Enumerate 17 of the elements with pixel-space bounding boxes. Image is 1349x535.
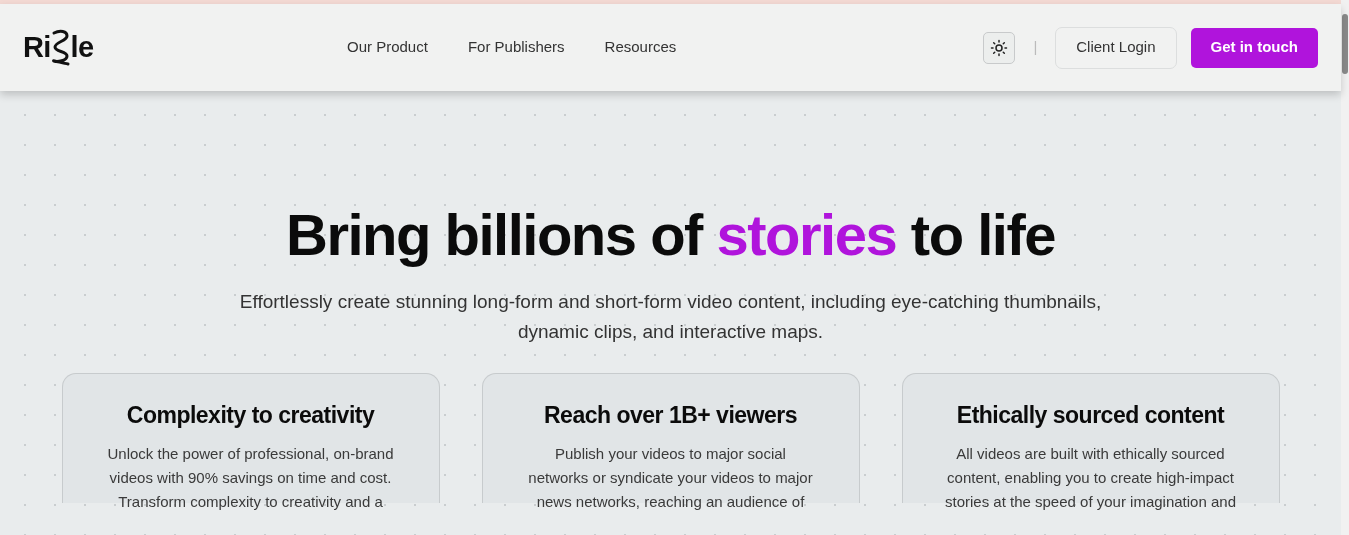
- separator: |: [1033, 37, 1038, 58]
- nav-link[interactable]: Resources: [604, 36, 677, 59]
- nav-link[interactable]: Our Product: [347, 36, 428, 59]
- card-title: Complexity to creativity: [126, 400, 375, 430]
- logo[interactable]: Ri le: [23, 25, 313, 70]
- hero-heading: Bring billions of stories to life: [286, 203, 1055, 267]
- client-login-button[interactable]: Client Login: [1055, 26, 1177, 69]
- card-text: All videos are built with ethically sourced content, enabling you to create high-impact stories at the speed of your imagination and: [945, 444, 1236, 513]
- hero-subtitle: Effortlessly create stunning long-form and short-form video content, including eye-catching thumbnails, dynamic clips, and interactive maps.: [238, 289, 1103, 344]
- get-in-touch-button[interactable]: Get in touch: [1190, 27, 1318, 68]
- card-title: Ethically sourced content: [956, 400, 1225, 430]
- nav-link[interactable]: For Publishers: [467, 36, 565, 59]
- card-title: Reach over 1B+ viewers: [544, 400, 797, 430]
- card-text: Publish your videos to major social networks or syndicate your videos to major news networks, reaching an audience of: [528, 444, 813, 513]
- theme-toggle-button[interactable]: [983, 31, 1016, 64]
- sun-icon: [990, 38, 1009, 57]
- card-text: Unlock the power of professional, on-brand videos with 90% savings on time and cost. Transform complexity to creativity and a: [107, 444, 394, 513]
